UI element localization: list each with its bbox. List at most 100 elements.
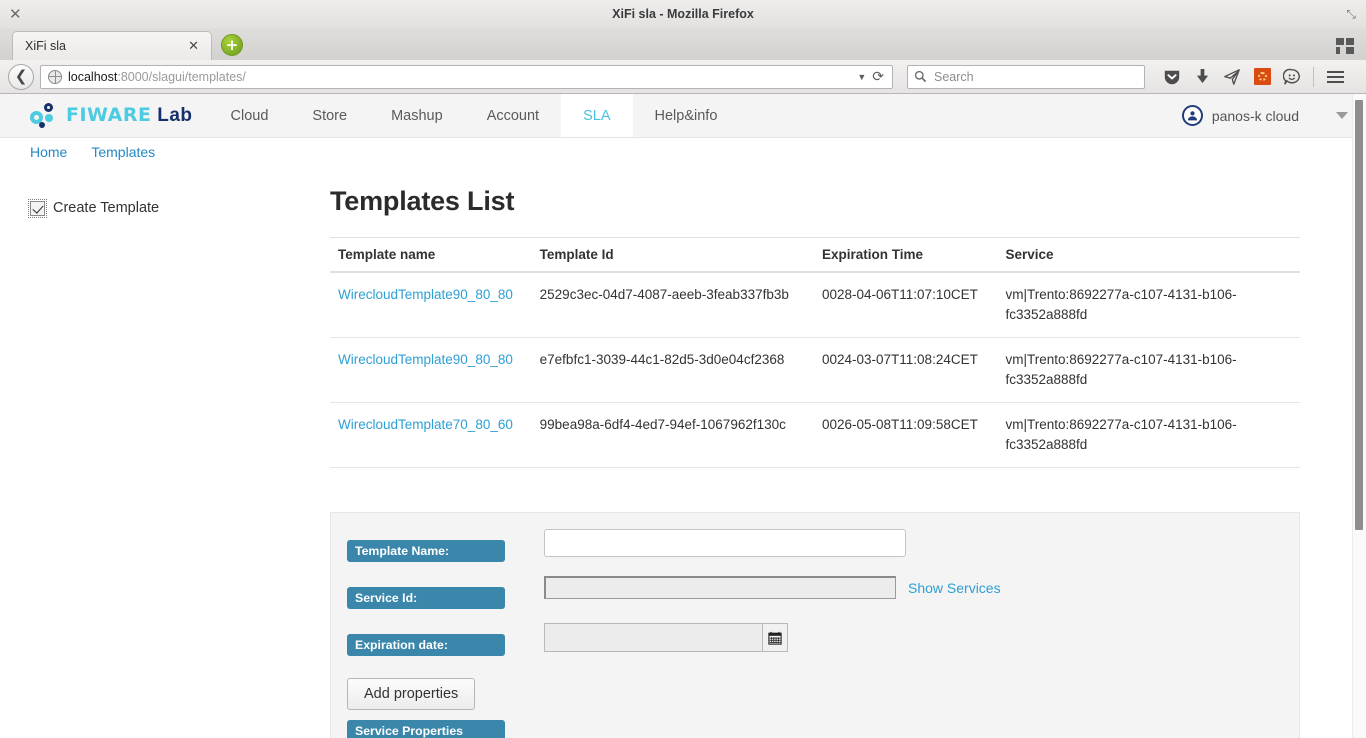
column-header-expiration: Expiration Time	[813, 237, 998, 273]
show-services-link[interactable]: Show Services	[908, 580, 1001, 596]
page-viewport: FIWARE Lab Cloud Store Mashup Account SL…	[0, 94, 1366, 738]
window-close-icon[interactable]: ✕	[9, 6, 22, 22]
fiware-logo-text: FIWARE Lab	[66, 104, 193, 127]
template-name-input-wrap	[544, 529, 906, 557]
browser-tab[interactable]: XiFi sla ✕	[12, 31, 212, 60]
cell-template-name: WirecloudTemplate90_80_80	[330, 337, 532, 403]
create-template-label: Create Template	[53, 200, 160, 216]
browser-tab-label: XiFi sla	[25, 39, 66, 53]
form-row-template-name: Template Name:	[347, 529, 1299, 562]
cell-service: vm|Trento:8692277a-c107-4131-b106-fc3352…	[997, 272, 1300, 338]
browser-navigation-bar: ❮ localhost:8000/slagui/templates/ ▼ ⟳ S…	[0, 60, 1366, 94]
new-tab-button[interactable]: +	[221, 34, 243, 56]
table-row: WirecloudTemplate90_80_80 2529c3ec-04d7-…	[330, 272, 1300, 338]
subnav-item-templates[interactable]: Templates	[91, 144, 155, 168]
window-titlebar: ✕ XiFi sla - Mozilla Firefox ⤡	[0, 0, 1366, 28]
toolbar-divider	[1313, 66, 1314, 87]
table-header-row: Template name Template Id Expiration Tim…	[330, 237, 1300, 273]
addon-settings-icon[interactable]	[1247, 63, 1277, 91]
logo-lab-text: Lab	[157, 105, 193, 126]
pocket-icon[interactable]	[1157, 63, 1187, 91]
service-properties-label: Service Properties	[347, 720, 505, 738]
user-account-menu[interactable]: panos-k cloud	[1181, 94, 1354, 137]
feedback-smiley-icon[interactable]	[1277, 63, 1307, 91]
fiware-main-menu: Cloud Store Mashup Account SLA Help&info	[209, 94, 740, 137]
cell-service: vm|Trento:8692277a-c107-4131-b106-fc3352…	[997, 402, 1300, 468]
url-bar[interactable]: localhost:8000/slagui/templates/ ▼ ⟳	[40, 64, 893, 89]
browser-tabstrip: XiFi sla ✕ +	[0, 28, 1366, 60]
expiration-date-input-wrap	[544, 623, 788, 652]
cell-template-name: WirecloudTemplate90_80_80	[330, 272, 532, 338]
page-scrollbar[interactable]	[1352, 94, 1366, 738]
url-host: localhost	[68, 69, 118, 84]
table-row: WirecloudTemplate90_80_80 e7efbfc1-3039-…	[330, 337, 1300, 403]
url-path: :8000/slagui/templates/	[117, 69, 246, 84]
templates-table-head: Template name Template Id Expiration Tim…	[330, 237, 1300, 273]
back-button[interactable]: ❮	[8, 63, 34, 90]
nav-item-helpinfo[interactable]: Help&info	[633, 94, 740, 137]
cell-template-id: 99bea98a-6df4-4ed7-94ef-1067962f130c	[531, 402, 814, 468]
cell-expiration: 0026-05-08T11:09:58CET	[813, 402, 998, 468]
template-link[interactable]: WirecloudTemplate90_80_80	[338, 287, 513, 302]
cell-service: vm|Trento:8692277a-c107-4131-b106-fc3352…	[997, 337, 1300, 403]
create-template-checkbox[interactable]	[28, 198, 47, 218]
page-scrollbar-thumb[interactable]	[1355, 100, 1363, 530]
window-restore-icon[interactable]: ⤡	[1346, 7, 1356, 22]
fiware-lab-logo[interactable]: FIWARE Lab	[0, 94, 209, 137]
browser-toolbar-icons	[1157, 63, 1350, 91]
url-dropdown-icon[interactable]: ▼	[851, 72, 872, 82]
cell-expiration: 0028-04-06T11:07:10CET	[813, 272, 998, 338]
service-id-input[interactable]	[544, 576, 896, 599]
firefox-window: ✕ XiFi sla - Mozilla Firefox ⤡ XiFi sla …	[0, 0, 1366, 738]
page-body: Create Template Templates List Template …	[0, 168, 1366, 738]
cell-template-id: 2529c3ec-04d7-4087-aeeb-3feab337fb3b	[531, 272, 814, 338]
nav-item-sla[interactable]: SLA	[561, 94, 633, 137]
template-link[interactable]: WirecloudTemplate90_80_80	[338, 352, 513, 367]
template-name-input[interactable]	[544, 529, 906, 557]
fiware-navbar: FIWARE Lab Cloud Store Mashup Account SL…	[0, 94, 1366, 138]
user-name-label: panos-k cloud	[1211, 107, 1299, 124]
window-title: XiFi sla - Mozilla Firefox	[612, 7, 754, 21]
template-name-label: Template Name:	[347, 540, 505, 562]
nav-item-account[interactable]: Account	[465, 94, 561, 137]
tab-grid-icon[interactable]	[1336, 38, 1354, 55]
search-bar[interactable]: Search	[907, 64, 1145, 89]
table-row: WirecloudTemplate70_80_60 99bea98a-6df4-…	[330, 402, 1300, 468]
templates-table: Template name Template Id Expiration Tim…	[330, 237, 1300, 468]
template-link[interactable]: WirecloudTemplate70_80_60	[338, 417, 513, 432]
templates-table-body: WirecloudTemplate90_80_80 2529c3ec-04d7-…	[330, 272, 1300, 468]
page-title: Templates List	[330, 186, 515, 216]
create-template-form: Template Name: Service Id: Show Services	[330, 512, 1300, 738]
search-icon	[914, 70, 927, 83]
expiration-date-input[interactable]	[544, 623, 762, 652]
reload-icon[interactable]: ⟳	[872, 69, 887, 85]
column-header-template-id: Template Id	[531, 237, 814, 273]
nav-item-cloud[interactable]: Cloud	[209, 94, 291, 137]
cell-template-name: WirecloudTemplate70_80_60	[330, 402, 532, 468]
cell-template-id: e7efbfc1-3039-44c1-82d5-3d0e04cf2368	[531, 337, 814, 403]
nav-item-store[interactable]: Store	[290, 94, 369, 137]
send-tab-icon[interactable]	[1217, 63, 1247, 91]
chevron-down-icon[interactable]	[1336, 112, 1348, 119]
breadcrumb: Home Templates	[0, 138, 1366, 168]
tab-close-icon[interactable]: ✕	[184, 39, 203, 54]
globe-icon	[48, 69, 62, 84]
expiration-date-label: Expiration date:	[347, 634, 505, 656]
form-row-service-properties: Service Properties	[347, 720, 1299, 738]
calendar-icon[interactable]	[762, 623, 788, 652]
form-row-service-id: Service Id: Show Services	[347, 576, 1299, 609]
add-properties-button[interactable]: Add properties	[347, 678, 476, 710]
cell-expiration: 0024-03-07T11:08:24CET	[813, 337, 998, 403]
column-header-template-name: Template name	[330, 237, 532, 273]
main-content: Templates List Template name Template Id…	[330, 184, 1366, 738]
column-header-service: Service	[997, 237, 1300, 273]
service-id-input-wrap: Show Services	[544, 576, 1001, 599]
fiware-logo-dots-icon	[30, 102, 60, 129]
hamburger-menu-icon[interactable]	[1320, 63, 1350, 91]
subnav-item-home[interactable]: Home	[30, 144, 67, 168]
create-template-toggle[interactable]: Create Template	[28, 198, 330, 218]
sidebar: Create Template	[0, 184, 330, 738]
url-text: localhost:8000/slagui/templates/	[68, 70, 851, 84]
downloads-icon[interactable]	[1187, 63, 1217, 91]
nav-item-mashup[interactable]: Mashup	[369, 94, 465, 137]
